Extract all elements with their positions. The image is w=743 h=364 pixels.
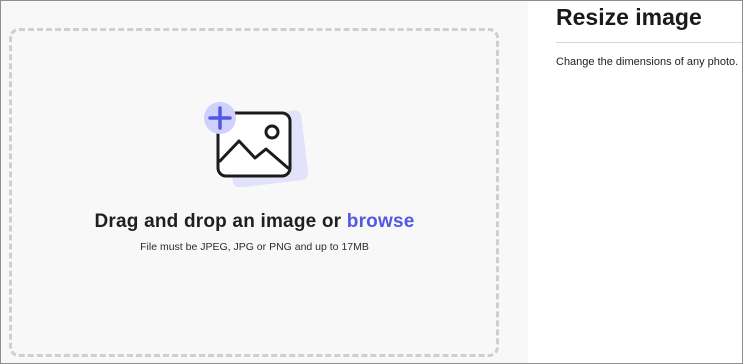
upload-panel: Drag and drop an image or browse File mu…: [1, 1, 528, 363]
page-title: Resize image: [556, 4, 702, 30]
browse-link[interactable]: browse: [347, 211, 415, 232]
app-frame: Drag and drop an image or browse File mu…: [0, 0, 743, 364]
page-subtitle: Change the dimensions of any photo.: [556, 56, 739, 68]
drop-zone[interactable]: [9, 28, 499, 357]
file-requirements-hint: File must be JPEG, JPG or PNG and up to …: [140, 241, 369, 253]
title-divider: [556, 42, 742, 43]
add-image-icon: [199, 97, 311, 188]
side-panel: Resize image Change the dimensions of an…: [528, 1, 742, 363]
drop-heading: Drag and drop an image or browse: [1, 211, 508, 233]
drop-heading-text: Drag and drop an image or: [94, 211, 347, 232]
